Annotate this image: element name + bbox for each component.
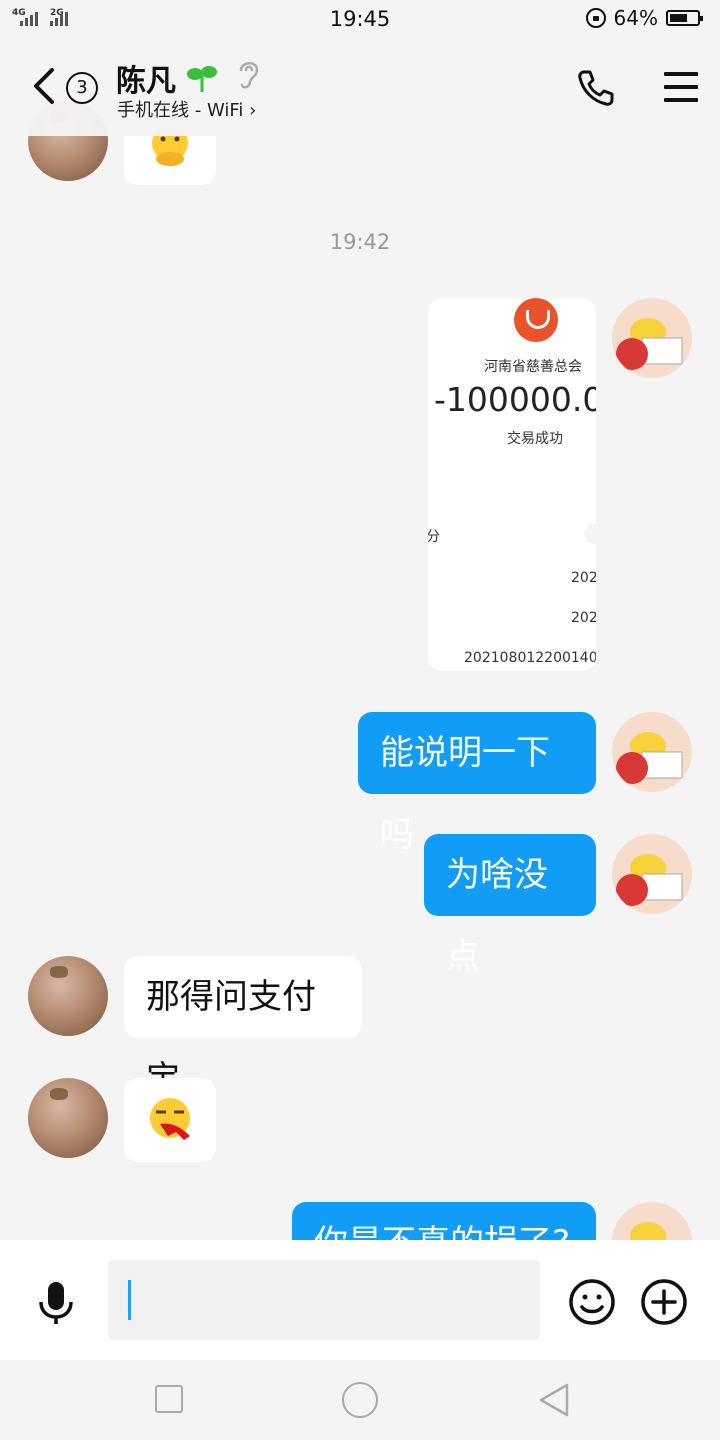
menu-icon[interactable] [664,72,698,111]
recents-button[interactable] [155,1385,183,1413]
unread-badge[interactable]: 3 [66,72,98,104]
input-bar [0,1240,720,1360]
back-icon[interactable] [30,66,60,106]
battery-icon [666,10,703,26]
pikachu-avatar-icon [612,298,692,378]
my-avatar[interactable] [612,712,692,792]
pikachu-avatar-icon [612,712,692,792]
battery-percent: 64% [613,6,658,30]
charity-logo [514,298,558,342]
contact-name[interactable]: 陈凡 [116,56,176,100]
battery-fill [670,14,687,22]
back-triangle-icon[interactable] [538,1382,570,1418]
phone-icon[interactable] [576,68,616,108]
mic-icon[interactable] [36,1280,76,1326]
receipt-date-1: 202 [571,570,596,586]
ear-icon[interactable] [236,58,262,92]
receipt-date-2: 202 [571,610,596,626]
plus-icon[interactable] [640,1278,688,1326]
receipt-coin-icon [584,524,596,544]
message-bubble-theirs[interactable]: 那得问支付宝 [124,956,362,1099]
vomit-blood-emoji-icon [150,1098,190,1140]
home-button[interactable] [342,1382,378,1418]
image-message[interactable]: 河南省慈善总会 -100000.00 交易成功 分 202 202 202108… [428,298,596,671]
contact-avatar[interactable] [28,956,108,1036]
emoji-bubble[interactable] [124,1078,216,1162]
message-input[interactable] [108,1260,540,1340]
status-right: 64% [585,6,703,30]
receipt-org: 河南省慈善总会 [484,359,582,375]
receipt-amount: -100000.00 [434,380,596,419]
text-caret [128,1280,131,1320]
message-timestamp: 19:42 [329,230,391,254]
receipt-order-no: 2021080122001400 [464,650,596,666]
smile-icon[interactable] [568,1278,616,1326]
message-bubble-mine[interactable]: 为啥没点 [424,834,596,977]
chat-header: 3 陈凡 手机在线 - WiFi › [0,40,720,136]
my-avatar[interactable] [612,298,692,378]
contact-status[interactable]: 手机在线 - WiFi › [117,96,256,122]
receipt-status: 交易成功 [507,431,563,447]
rotation-lock-icon [585,8,606,28]
contact-avatar[interactable] [28,1078,108,1158]
sprout-icon [187,66,217,92]
my-avatar[interactable] [612,834,692,914]
message-bubble-mine[interactable]: 能说明一下吗 [358,712,596,855]
system-nav-bar [0,1360,720,1440]
status-bar: 4G 2G 19:45 64% [0,0,720,40]
receipt-fragment: 分 [428,529,440,545]
pikachu-avatar-icon [612,834,692,914]
